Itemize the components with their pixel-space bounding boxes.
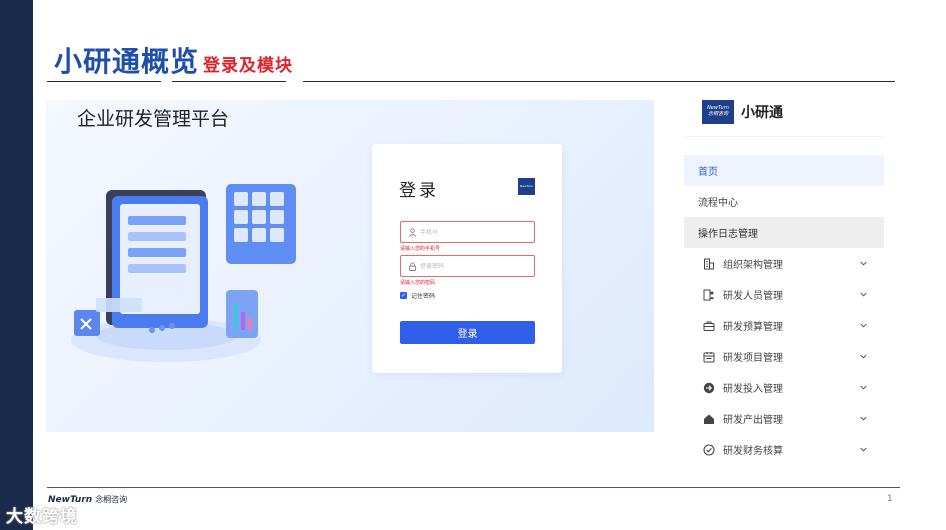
remember-checkbox[interactable]: ✓ [400, 292, 407, 299]
house-icon [702, 412, 715, 425]
brand-name: 小研通 [741, 105, 783, 121]
title-divider [303, 81, 895, 82]
sidebar-item-label: 研发预算管理 [723, 322, 783, 333]
sidebar-item-label: 研发财务核算 [723, 446, 783, 457]
sidebar-item-label: 流程中心 [698, 198, 738, 209]
chevron-down-icon[interactable] [859, 321, 868, 330]
chevron-down-icon[interactable] [859, 290, 868, 299]
chevron-down-icon[interactable] [859, 414, 868, 423]
sidebar-item-rd-projects[interactable]: 研发项目管理 [684, 341, 884, 372]
sidebar-item-rd-personnel[interactable]: 研发人员管理 [684, 279, 884, 310]
footer-brand-cn: 念桐咨询 [95, 495, 128, 504]
slide-title-main: 小研通概览 [54, 45, 200, 78]
chevron-down-icon[interactable] [859, 352, 868, 361]
login-title: 登录 [399, 181, 439, 201]
check-circle-icon [702, 443, 715, 456]
phone-field[interactable] [400, 221, 535, 243]
brand-divider [684, 136, 884, 137]
password-field[interactable] [400, 255, 535, 277]
building-icon [702, 257, 715, 270]
calendar-icon [702, 350, 715, 363]
user-icon [407, 227, 417, 237]
slide: 小研通概览 登录及模块 企业研发管理平台 登录 NewTurn 手机号 请输入您… [0, 0, 946, 530]
sidebar-item-rd-finance[interactable]: 研发财务核算 [684, 434, 884, 465]
platform-illustration [71, 184, 296, 362]
phone-input[interactable] [420, 228, 530, 236]
sidebar-item-operation-log[interactable]: 操作日志管理 [684, 217, 884, 248]
title-divider [47, 81, 161, 82]
platform-heading: 企业研发管理平台 [77, 108, 230, 130]
password-input[interactable] [420, 262, 530, 270]
arrow-circle-icon [702, 381, 715, 394]
person-badge-icon [702, 288, 715, 301]
slide-title: 小研通概览 登录及模块 [54, 40, 293, 80]
footer-divider [47, 487, 900, 488]
chevron-down-icon[interactable] [859, 383, 868, 392]
sidebar-item-label: 组织架构管理 [723, 260, 783, 271]
newturn-logo: NewTurn [518, 178, 535, 195]
sidebar-item-label: 研发产出管理 [723, 415, 783, 426]
login-card: 登录 NewTurn 请输入您的手机号 请输入您的密码 ✓ 记住密码 登录 [372, 144, 562, 373]
page-number: 1 [887, 494, 893, 504]
left-accent-bar [0, 0, 33, 530]
login-screen: 企业研发管理平台 登录 NewTurn 手机号 请输入您的手机号 请输入您的密码… [46, 100, 654, 432]
sidebar-item-rd-budget[interactable]: 研发预算管理 [684, 310, 884, 341]
newturn-logo: NewTurn 念桐咨询 [702, 100, 734, 124]
sidebar-item-org-structure[interactable]: 组织架构管理 [684, 248, 884, 279]
watermark: 大数跨境 [6, 507, 78, 527]
sidebar-item-label: 首页 [698, 167, 718, 178]
menu-list: 首页 流程中心 操作日志管理 组织架构管理 研发人员管理 研发预算管理 研发项目… [684, 155, 884, 465]
sidebar-item-label: 研发人员管理 [723, 291, 783, 302]
remember-password[interactable]: ✓ 记住密码 [400, 291, 435, 300]
remember-label: 记住密码 [411, 293, 436, 300]
slide-title-sub: 登录及模块 [203, 56, 294, 76]
login-button[interactable]: 登录 [400, 321, 535, 344]
sidebar-item-label: 研发项目管理 [723, 353, 783, 364]
sidebar-item-label: 操作日志管理 [698, 229, 758, 240]
phone-error: 请输入您的手机号 [400, 246, 441, 252]
sidebar-item-rd-output[interactable]: 研发产出管理 [684, 403, 884, 434]
sidebar-item-home[interactable]: 首页 [684, 155, 884, 186]
sidebar-item-process-center[interactable]: 流程中心 [684, 186, 884, 217]
sidebar-brand: NewTurn 念桐咨询 小研通 [702, 100, 783, 124]
briefcase-icon [702, 319, 715, 332]
chevron-down-icon[interactable] [859, 259, 868, 268]
sidebar-item-label: 研发投入管理 [723, 384, 783, 395]
password-error: 请输入您的密码 [400, 280, 436, 286]
title-divider [172, 81, 286, 82]
sidebar-item-rd-investment[interactable]: 研发投入管理 [684, 372, 884, 403]
lock-icon [407, 261, 417, 271]
brand-logo-line2: 念桐咨询 [707, 111, 728, 117]
chevron-down-icon[interactable] [859, 445, 868, 454]
